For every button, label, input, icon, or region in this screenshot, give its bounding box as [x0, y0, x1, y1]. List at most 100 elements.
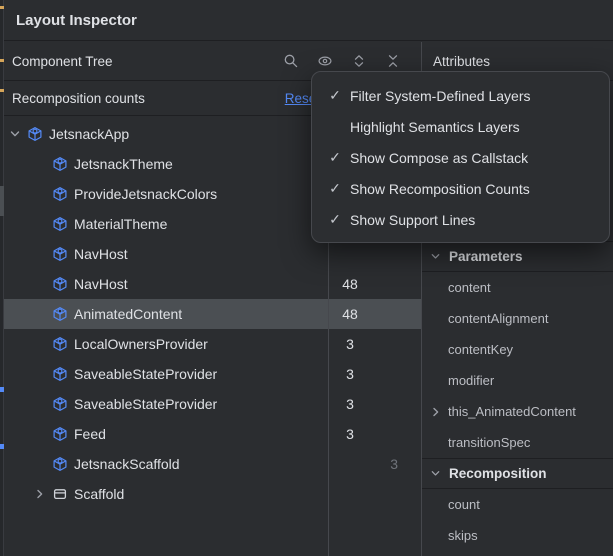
tree-chevron-slot	[31, 428, 49, 440]
menu-item-label: Highlight Semantics Layers	[350, 119, 520, 135]
editor-error-stripe	[0, 0, 4, 556]
tree-node-label: JetsnackTheme	[74, 156, 173, 172]
tree-chevron-slot	[31, 368, 49, 380]
compose-node-icon	[52, 186, 68, 202]
compose-node-icon	[52, 396, 68, 412]
tree-chevron-slot	[31, 248, 49, 260]
menu-item-label: Filter System-Defined Layers	[350, 88, 531, 104]
chevron-right-icon[interactable]	[31, 488, 49, 500]
stripe-mark	[0, 6, 4, 9]
chevron-down-icon	[430, 468, 442, 480]
tree-chevron-slot	[31, 158, 49, 170]
attr-item-label: transitionSpec	[422, 435, 530, 450]
window-titlebar: Layout Inspector	[4, 0, 613, 41]
compose-node-icon	[52, 246, 68, 262]
tree-node-label: NavHost	[74, 276, 128, 292]
tree-chevron-slot	[31, 338, 49, 350]
tree-row-LocalOwnersProvider[interactable]: LocalOwnersProvider 3	[0, 329, 421, 359]
view-options-eye-icon[interactable]	[317, 53, 333, 69]
attr-item-transitionSpec[interactable]: transitionSpec	[422, 427, 613, 458]
recomposition-count: 3	[326, 366, 374, 382]
tree-row-SaveableStateProvider[interactable]: SaveableStateProvider 3	[0, 389, 421, 419]
attr-item-contentAlignment[interactable]: contentAlignment	[422, 303, 613, 334]
attr-item-skips[interactable]: skips	[422, 520, 613, 551]
recomposition-counts-label: Recomposition counts	[12, 91, 145, 106]
component-tree-title: Component Tree	[12, 54, 113, 69]
menu-item-label: Show Support Lines	[350, 212, 475, 228]
attr-section-title: Recomposition	[449, 466, 547, 481]
tree-node-label: SaveableStateProvider	[74, 396, 217, 412]
tree-chevron-slot	[31, 278, 49, 290]
attr-item-contentKey[interactable]: contentKey	[422, 334, 613, 365]
attr-item-label: skips	[422, 528, 478, 543]
menu-item-show-compose-as-callstack[interactable]: ✓ Show Compose as Callstack	[312, 142, 609, 173]
menu-item-show-recomposition-counts[interactable]: ✓ Show Recomposition Counts	[312, 173, 609, 204]
menu-item-label: Show Recomposition Counts	[350, 181, 530, 197]
attr-item-label: contentAlignment	[422, 311, 548, 326]
recomposition-count: 3	[326, 336, 374, 352]
tree-node-label: AnimatedContent	[74, 306, 182, 322]
compose-node-icon	[52, 216, 68, 232]
menu-item-label: Show Compose as Callstack	[350, 150, 528, 166]
chevron-down-icon	[430, 251, 442, 263]
compose-node-icon	[27, 126, 43, 142]
checkmark-icon: ✓	[325, 149, 345, 166]
tree-chevron-slot	[31, 188, 49, 200]
tree-node-label: MaterialTheme	[74, 216, 167, 232]
tree-chevron-slot	[31, 218, 49, 230]
attr-section-parameters[interactable]: Parameters	[422, 241, 613, 272]
tree-node-label: NavHost	[74, 246, 128, 262]
attr-item-count[interactable]: count	[422, 489, 613, 520]
tree-row-Scaffold[interactable]: Scaffold	[0, 479, 421, 509]
attr-item-label: this_AnimatedContent	[422, 404, 576, 419]
tree-node-label: ProvideJetsnackColors	[74, 186, 217, 202]
recomposition-count: 48	[326, 306, 374, 322]
expand-all-icon[interactable]	[351, 53, 367, 69]
tree-chevron-slot	[31, 398, 49, 410]
chevron-down-icon[interactable]	[6, 128, 24, 140]
stripe-mark	[0, 186, 4, 216]
compose-node-icon	[52, 306, 68, 322]
menu-item-filter-system-defined-layers[interactable]: ✓ Filter System-Defined Layers	[312, 80, 609, 111]
tree-node-label: Feed	[74, 426, 106, 442]
view-options-menu: ✓ Filter System-Defined Layers Highlight…	[311, 71, 610, 243]
recomposition-count: 3	[326, 426, 374, 442]
tree-row-NavHost[interactable]: NavHost	[0, 239, 421, 269]
attr-section-recomposition[interactable]: Recomposition	[422, 458, 613, 489]
compose-node-icon	[52, 276, 68, 292]
recomposition-count: 3	[326, 396, 374, 412]
menu-item-highlight-semantics-layers[interactable]: Highlight Semantics Layers	[312, 111, 609, 142]
tree-row-NavHost[interactable]: NavHost 48	[0, 269, 421, 299]
component-tree-toolbar	[283, 53, 421, 69]
tree-node-label: Scaffold	[74, 486, 124, 502]
attr-section-title: Parameters	[449, 249, 523, 264]
tree-row-Feed[interactable]: Feed 3	[0, 419, 421, 449]
attr-item-label: content	[422, 280, 491, 295]
menu-item-show-support-lines[interactable]: ✓ Show Support Lines	[312, 204, 609, 235]
tree-row-AnimatedContent[interactable]: AnimatedContent 48	[0, 299, 421, 329]
stripe-mark	[0, 444, 4, 449]
tree-node-label: LocalOwnersProvider	[74, 336, 208, 352]
compose-node-icon	[52, 456, 68, 472]
compose-node-icon	[52, 366, 68, 382]
attr-item-label: contentKey	[422, 342, 513, 357]
tree-row-JetsnackScaffold[interactable]: JetsnackScaffold 3	[0, 449, 421, 479]
checkmark-icon: ✓	[325, 87, 345, 104]
stripe-mark	[0, 89, 4, 92]
checkmark-icon: ✓	[325, 180, 345, 197]
attr-item-this_AnimatedContent[interactable]: this_AnimatedContent	[422, 396, 613, 427]
tree-node-label: SaveableStateProvider	[74, 366, 217, 382]
compose-node-icon	[52, 156, 68, 172]
tree-row-SaveableStateProvider[interactable]: SaveableStateProvider 3	[0, 359, 421, 389]
compose-node-icon	[52, 426, 68, 442]
recomposition-count: 48	[326, 276, 374, 292]
stripe-mark	[0, 59, 4, 62]
attr-item-modifier[interactable]: modifier	[422, 365, 613, 396]
attr-item-content[interactable]: content	[422, 272, 613, 303]
tree-node-label: JetsnackApp	[49, 126, 129, 142]
stripe-mark	[0, 387, 4, 392]
collapse-all-icon[interactable]	[385, 53, 401, 69]
attr-item-label: count	[422, 497, 480, 512]
attr-item-label: modifier	[422, 373, 494, 388]
search-icon[interactable]	[283, 53, 299, 69]
